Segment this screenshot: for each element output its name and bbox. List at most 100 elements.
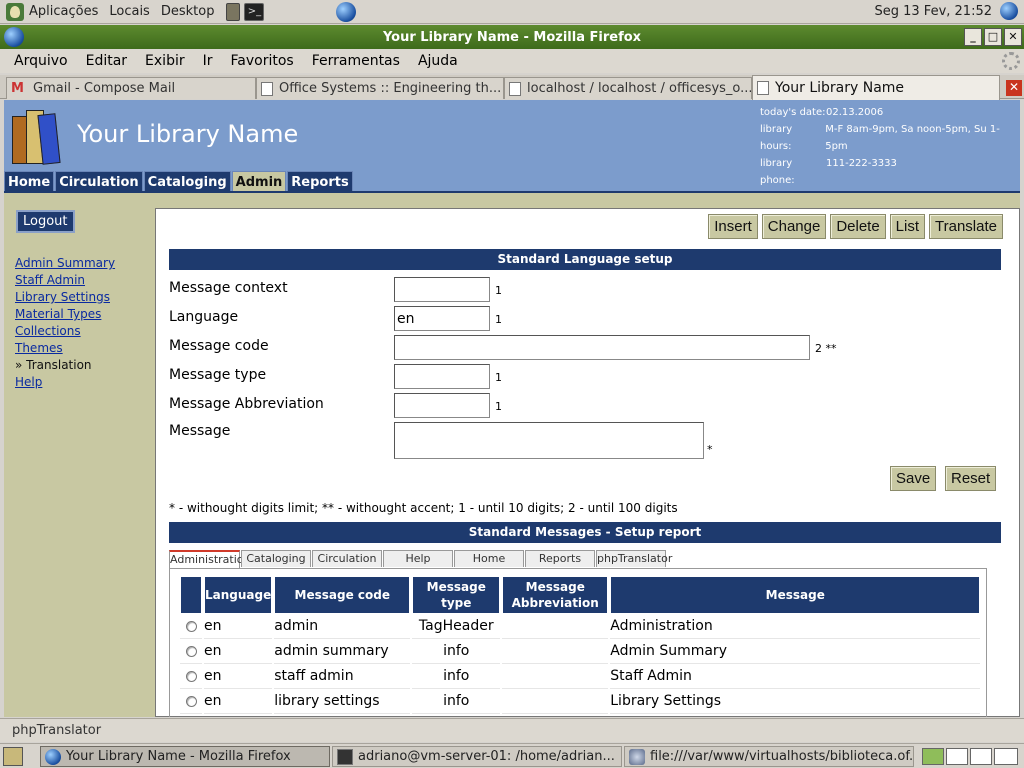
tab-reports[interactable]: Reports [525, 550, 595, 567]
nav-cataloging[interactable]: Cataloging [143, 171, 231, 192]
message-context-field[interactable] [394, 277, 490, 302]
taskbar-firefox[interactable]: Your Library Name - Mozilla Firefox [40, 746, 330, 767]
tab-help[interactable]: Help [383, 550, 453, 567]
insert-button[interactable]: Insert [708, 214, 758, 239]
tab-localhost[interactable]: localhost / localhost / officesys_o... [504, 77, 752, 99]
tab-phptranslator[interactable]: phpTranslator [596, 550, 672, 567]
desktop-menu[interactable]: Desktop [161, 4, 215, 19]
applications-menu[interactable]: Aplicações [29, 4, 98, 19]
report-tabs: Administration Cataloging Circulation He… [169, 550, 672, 568]
tab-library[interactable]: Your Library Name [752, 75, 1000, 100]
sidebar-item-collections[interactable]: Collections [15, 323, 115, 340]
places-menu[interactable]: Locais [109, 4, 149, 19]
tab-gmail[interactable]: Gmail - Compose Mail [6, 77, 256, 99]
message-abbreviation-note: 1 [495, 400, 502, 413]
page-icon [261, 81, 273, 96]
row-code: admin [274, 614, 411, 639]
workspace-3[interactable] [970, 748, 992, 765]
tab-office-systems[interactable]: Office Systems :: Engineering th... [256, 77, 504, 99]
save-button[interactable]: Save [890, 466, 937, 491]
date-label: today's date: [760, 107, 826, 118]
tab-home[interactable]: Home [454, 550, 524, 567]
menu-editar[interactable]: Editar [86, 53, 127, 69]
message-type-field[interactable] [394, 364, 490, 389]
table-row[interactable]: en staff admin info Staff Admin [180, 664, 981, 689]
taskbar-terminal[interactable]: adriano@vm-server-01: /home/adrian... [332, 746, 622, 767]
row-type: info [412, 639, 501, 664]
tab-administration[interactable]: Administration [169, 550, 251, 568]
message-abbreviation-field[interactable] [394, 393, 490, 418]
report-title: Standard Messages - Setup report [169, 522, 1001, 543]
language-field[interactable] [394, 306, 490, 331]
page-icon [757, 81, 769, 95]
delete-button[interactable]: Delete [830, 214, 886, 239]
library-name: Your Library Name [77, 120, 299, 148]
file-browser-icon [629, 748, 645, 765]
language-note: 1 [495, 313, 502, 326]
menu-favoritos[interactable]: Favoritos [231, 53, 294, 69]
menu-ferramentas[interactable]: Ferramentas [312, 53, 400, 69]
taskbar-file-manager[interactable]: file:///var/www/virtualhosts/biblioteca.… [624, 746, 914, 767]
table-row[interactable]: en library settings info Library Setting… [180, 689, 981, 714]
nav-home[interactable]: Home [4, 171, 55, 192]
row-radio[interactable] [185, 620, 197, 632]
minimize-button[interactable]: _ [964, 28, 982, 46]
terminal-launcher-icon[interactable]: >_ [244, 2, 265, 21]
row-message: Staff Admin [610, 664, 981, 689]
menu-arquivo[interactable]: Arquivo [14, 53, 68, 69]
maximize-button[interactable]: □ [984, 28, 1002, 46]
bottom-panel: Your Library Name - Mozilla Firefox adri… [0, 743, 1024, 768]
sidebar-item-admin-summary[interactable]: Admin Summary [15, 255, 115, 272]
sidebar-item-themes[interactable]: Themes [15, 340, 115, 357]
change-button[interactable]: Change [761, 214, 827, 239]
close-tab-button[interactable]: ✕ [1006, 80, 1022, 96]
notes-launcher-icon[interactable] [226, 2, 241, 21]
menu-exibir[interactable]: Exibir [145, 53, 185, 69]
window-titlebar[interactable]: Your Library Name - Mozilla Firefox _ □ … [0, 25, 1024, 49]
table-row[interactable]: en admin TagHeader Administration [180, 614, 981, 639]
row-radio[interactable] [185, 670, 197, 682]
row-abbreviation [502, 689, 609, 714]
menu-ir[interactable]: Ir [203, 53, 213, 69]
tab-label: Office Systems :: Engineering th... [279, 81, 502, 96]
message-context-label: Message context [169, 280, 288, 296]
tab-circulation[interactable]: Circulation [312, 550, 382, 567]
message-abbreviation-label: Message Abbreviation [169, 396, 324, 412]
panel-clock[interactable]: Seg 13 Fev, 21:52 [875, 4, 993, 19]
workspace-1[interactable] [922, 748, 944, 765]
page-icon [509, 81, 521, 96]
translate-button[interactable]: Translate [929, 214, 1003, 239]
message-textarea[interactable] [394, 422, 704, 459]
workspace-2[interactable] [946, 748, 968, 765]
table-row[interactable]: en admin summary info Admin Summary [180, 639, 981, 664]
row-code: staff admin [274, 664, 411, 689]
close-window-button[interactable]: ✕ [1004, 28, 1022, 46]
list-button[interactable]: List [889, 214, 926, 239]
workspace-4[interactable] [994, 748, 1018, 765]
browser-menubar: Arquivo Editar Exibir Ir Favoritos Ferra… [0, 49, 1024, 73]
row-language: en [204, 689, 273, 714]
logout-button[interactable]: Logout [16, 210, 75, 233]
firefox-window-icon[interactable] [4, 27, 24, 47]
sidebar-item-staff-admin[interactable]: Staff Admin [15, 272, 115, 289]
message-code-field[interactable] [394, 335, 810, 360]
message-code-label: Message code [169, 338, 269, 354]
reset-button[interactable]: Reset [945, 466, 997, 491]
firefox-launcher-icon[interactable] [336, 1, 357, 22]
show-desktop-icon[interactable] [3, 747, 23, 766]
nav-admin[interactable]: Admin [231, 171, 287, 192]
language-column-header: Language [204, 576, 273, 614]
menu-ajuda[interactable]: Ajuda [418, 53, 458, 69]
row-radio[interactable] [185, 645, 197, 657]
phone-value: 111-222-3333 [826, 158, 897, 169]
row-radio[interactable] [185, 695, 197, 707]
foot-icon[interactable] [6, 2, 24, 21]
nav-circulation[interactable]: Circulation [55, 171, 143, 192]
nav-reports[interactable]: Reports [287, 171, 353, 192]
code-column-header: Message code [274, 576, 411, 614]
network-globe-icon[interactable] [1000, 2, 1018, 20]
tab-cataloging[interactable]: Cataloging [241, 550, 311, 567]
sidebar-item-library-settings[interactable]: Library Settings [15, 289, 115, 306]
sidebar-item-material-types[interactable]: Material Types [15, 306, 115, 323]
sidebar-item-help[interactable]: Help [15, 374, 115, 391]
